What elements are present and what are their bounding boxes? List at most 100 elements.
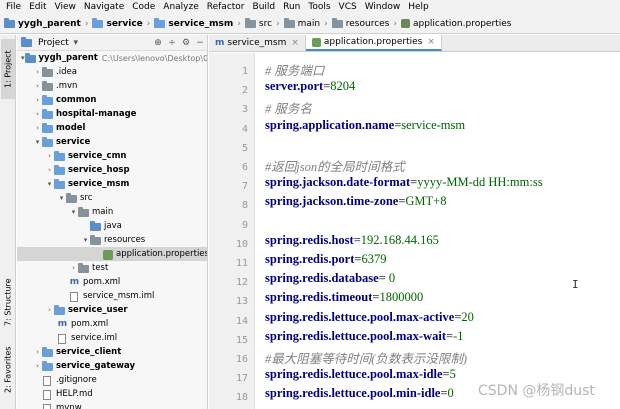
breadcrumb-service[interactable]: service — [92, 18, 143, 29]
expanded-arrow-icon[interactable]: ▾ — [57, 194, 66, 202]
tree-item-service-user[interactable]: › service_user — [17, 303, 207, 317]
tree-item-service-msm-iml[interactable]: service_msm.iml — [17, 289, 207, 303]
tree-item-mvnw[interactable]: mvnw — [17, 401, 207, 409]
menu-file[interactable]: File — [2, 0, 25, 14]
tab-service-msm[interactable]: m service_msm × — [209, 35, 306, 51]
tree-item-pom-xml[interactable]: m pom.xml — [17, 317, 207, 331]
code-line[interactable]: spring.jackson.date-format=yyyy-MM-dd HH… — [265, 175, 543, 190]
property-key: spring.redis.database — [265, 271, 379, 286]
tree-item-service-hosp[interactable]: › service_hosp — [17, 163, 207, 177]
code-line[interactable]: spring.application.name=service-msm — [265, 118, 465, 133]
tab-application-properties[interactable]: application.properties × — [305, 35, 442, 51]
menu-tools[interactable]: Tools — [304, 0, 334, 14]
tree-item-idea[interactable]: › .idea — [17, 65, 207, 79]
breadcrumb-src[interactable]: src — [244, 18, 272, 29]
breadcrumb-service-msm[interactable]: service_msm — [154, 18, 233, 29]
breadcrumb-resources[interactable]: resources — [331, 18, 389, 29]
menu-run[interactable]: Run — [279, 0, 304, 14]
breadcrumb-main[interactable]: main — [283, 18, 320, 29]
project-panel-title[interactable]: Project — [38, 38, 69, 48]
tree-item-java[interactable]: java — [17, 219, 207, 233]
expanded-arrow-icon[interactable]: ▾ — [69, 208, 78, 216]
expanded-arrow-icon[interactable]: ▾ — [33, 138, 42, 146]
tree-item-test[interactable]: › test — [17, 261, 207, 275]
collapsed-arrow-icon[interactable]: › — [33, 124, 42, 132]
project-tool-tab[interactable]: 1: Project — [1, 39, 15, 99]
collapsed-arrow-icon[interactable]: › — [45, 166, 54, 174]
line-number: 15 — [235, 334, 248, 346]
collapsed-arrow-icon[interactable]: › — [33, 68, 42, 76]
tree-item-label: service — [56, 137, 91, 147]
code-line[interactable]: spring.jackson.time-zone=GMT+8 — [265, 194, 446, 209]
collapsed-arrow-icon[interactable]: › — [33, 96, 42, 104]
close-icon[interactable]: × — [291, 38, 299, 48]
code-line[interactable]: # 服务端口 — [265, 60, 324, 79]
breadcrumb-yygh-parent[interactable]: yygh_parent — [4, 18, 81, 29]
tree-item-main[interactable]: ▾ main — [17, 205, 207, 219]
line-number: 1 — [241, 66, 248, 77]
collapse-all-icon[interactable]: ÷ — [165, 38, 179, 48]
close-icon[interactable]: × — [427, 37, 435, 47]
tree-item-application-properties[interactable]: application.properties — [17, 247, 207, 261]
collapsed-arrow-icon[interactable]: › — [33, 348, 42, 356]
hide-panel-icon[interactable]: − — [193, 38, 207, 48]
chevron-down-icon[interactable]: ▾ — [69, 38, 83, 48]
code-line[interactable]: spring.redis.lettuce.pool.max-wait=-1 — [265, 329, 464, 344]
tree-item-yygh-parent[interactable]: ▾ yygh_parent C:\Users\lenovo\Desktop\0€ — [17, 51, 207, 65]
code-line[interactable]: spring.redis.port=6379 — [265, 252, 386, 267]
tab-label: service_msm — [227, 38, 287, 48]
menu-navigate[interactable]: Navigate — [80, 0, 128, 14]
tree-item-common[interactable]: › common — [17, 93, 207, 107]
line-number: 11 — [235, 258, 248, 269]
collapsed-arrow-icon[interactable]: › — [45, 306, 54, 314]
code-line[interactable]: spring.redis.lettuce.pool.max-active=20 — [265, 310, 474, 325]
menu-refactor[interactable]: Refactor — [203, 0, 249, 14]
code-line[interactable]: spring.redis.lettuce.pool.min-idle=0 — [265, 386, 454, 401]
tree-item-service-iml[interactable]: service.iml — [17, 331, 207, 345]
menu-edit[interactable]: Edit — [25, 0, 50, 14]
gear-icon[interactable]: ⚙ — [179, 38, 193, 48]
structure-tool-tab[interactable]: 7: Structure — [1, 271, 15, 333]
collapsed-arrow-icon[interactable]: › — [69, 264, 78, 272]
tree-item-model[interactable]: › model — [17, 121, 207, 135]
menu-vcs[interactable]: VCS — [335, 0, 361, 14]
tree-item-service-cmn[interactable]: › service_cmn — [17, 149, 207, 163]
collapsed-arrow-icon[interactable]: › — [45, 152, 54, 160]
collapsed-arrow-icon[interactable]: › — [33, 362, 42, 370]
menu-build[interactable]: Build — [249, 0, 280, 14]
collapsed-arrow-icon[interactable]: › — [33, 82, 42, 90]
code-line[interactable]: spring.redis.timeout=1800000 — [265, 290, 423, 305]
code-line[interactable]: #返回json的全局时间格式 — [265, 156, 405, 175]
menu-bar: File Edit View Navigate Code Analyze Ref… — [0, 0, 620, 14]
tree-item-service[interactable]: ▾ service — [17, 135, 207, 149]
tree-item-label: java — [104, 221, 122, 231]
tree-item-src[interactable]: ▾ src — [17, 191, 207, 205]
tree-item-hospital-manage[interactable]: › hospital-manage — [17, 107, 207, 121]
expanded-arrow-icon[interactable]: ▾ — [81, 236, 90, 244]
menu-help[interactable]: Help — [404, 0, 433, 14]
menu-view[interactable]: View — [51, 0, 80, 14]
menu-code[interactable]: Code — [128, 0, 159, 14]
locate-file-icon[interactable]: ⊕ — [151, 38, 165, 48]
code-line[interactable]: # 服务名 — [265, 98, 312, 117]
code-line[interactable]: #最大阻塞等待时间(负数表示没限制) — [265, 348, 467, 367]
equals-sign: = — [442, 367, 450, 382]
menu-window[interactable]: Window — [361, 0, 405, 14]
collapsed-arrow-icon[interactable]: › — [33, 110, 42, 118]
tree-item-service-gateway[interactable]: › service_gateway — [17, 359, 207, 373]
code-line[interactable]: spring.redis.host=192.168.44.165 — [265, 233, 439, 248]
favorites-tool-tab[interactable]: 2: Favorites — [1, 339, 15, 401]
tree-item-mvn[interactable]: › .mvn — [17, 79, 207, 93]
expanded-arrow-icon[interactable]: ▾ — [45, 180, 54, 188]
tree-item-resources[interactable]: ▾ resources — [17, 233, 207, 247]
tree-item-gitignore[interactable]: .gitignore — [17, 373, 207, 387]
tree-item-pom-xml[interactable]: m pom.xml — [17, 275, 207, 289]
tree-item-service-client[interactable]: › service_client — [17, 345, 207, 359]
code-line[interactable]: spring.redis.lettuce.pool.max-idle=5 — [265, 367, 456, 382]
tree-item-help-md[interactable]: HELP.md — [17, 387, 207, 401]
breadcrumb-application-properties[interactable]: application.properties — [400, 19, 511, 29]
tree-item-service-msm[interactable]: ▾ service_msm — [17, 177, 207, 191]
menu-analyze[interactable]: Analyze — [159, 0, 202, 14]
code-line[interactable]: spring.redis.database= 0 — [265, 271, 395, 286]
code-line[interactable]: server.port=8204 — [265, 79, 355, 94]
